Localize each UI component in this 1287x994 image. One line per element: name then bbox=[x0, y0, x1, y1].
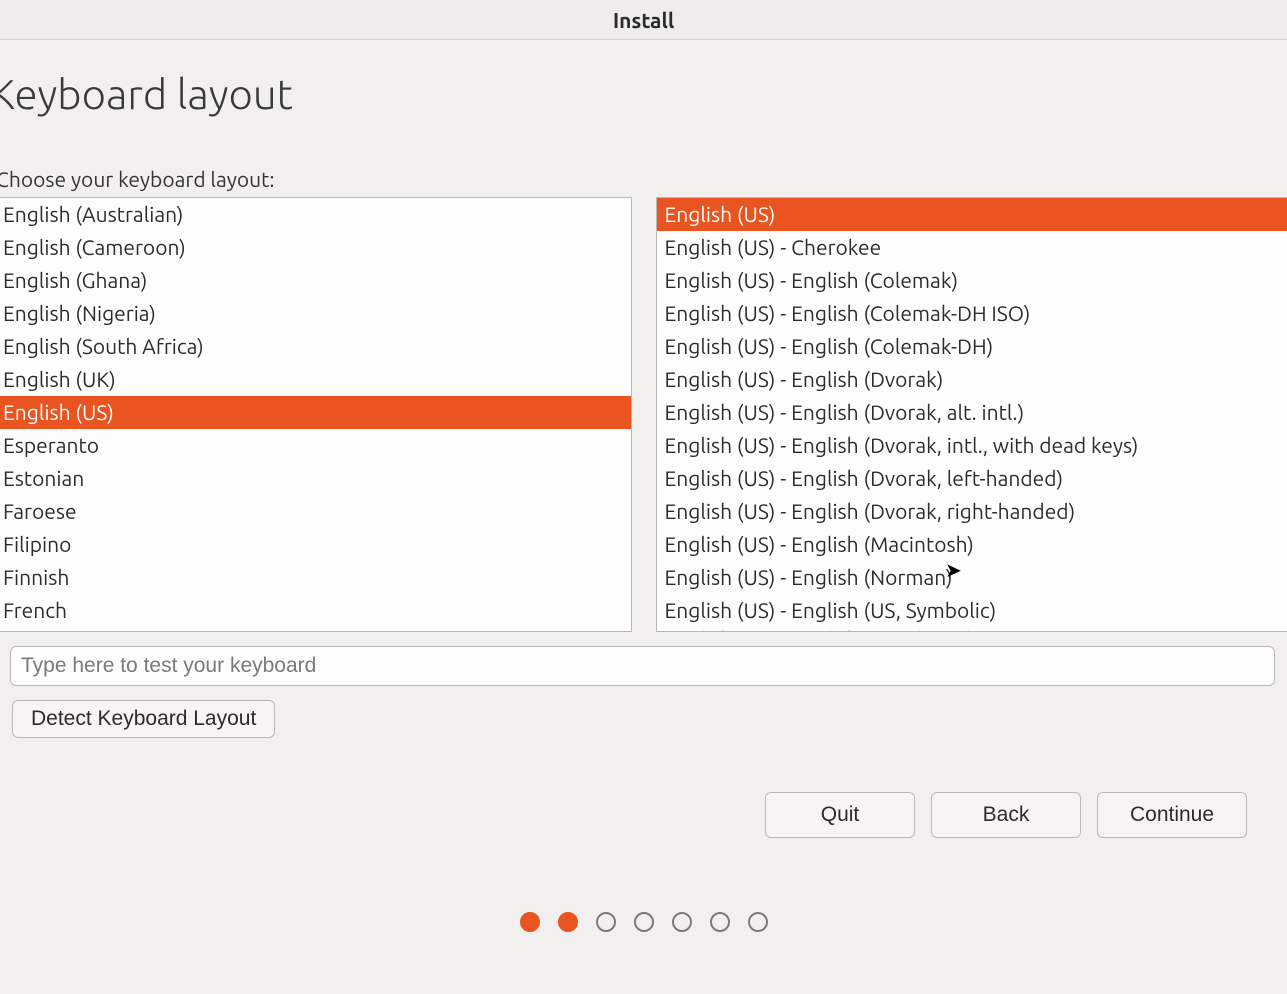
layout-lists-row: English (Australian)English (Cameroon)En… bbox=[0, 197, 1287, 632]
variant-item[interactable]: English (US) - English (US, alt. intl.) bbox=[657, 627, 1287, 632]
layout-list[interactable]: English (Australian)English (Cameroon)En… bbox=[0, 197, 632, 632]
continue-button[interactable]: Continue bbox=[1097, 792, 1247, 838]
layout-item[interactable]: Estonian bbox=[0, 462, 631, 495]
layout-item[interactable]: English (US) bbox=[0, 396, 631, 429]
layout-item[interactable]: Finnish bbox=[0, 561, 631, 594]
content-area: Keyboard layout Choose your keyboard lay… bbox=[0, 40, 1287, 738]
variant-item[interactable]: English (US) - English (Macintosh) bbox=[657, 528, 1287, 561]
window-titlebar: Install bbox=[0, 0, 1287, 40]
variant-item[interactable]: English (US) - Cherokee bbox=[657, 231, 1287, 264]
progress-dots bbox=[0, 912, 1287, 932]
layout-item[interactable]: French bbox=[0, 594, 631, 627]
variant-item[interactable]: English (US) - English (Norman) bbox=[657, 561, 1287, 594]
variant-item[interactable]: English (US) - English (US, Symbolic) bbox=[657, 594, 1287, 627]
layout-item[interactable]: English (Nigeria) bbox=[0, 297, 631, 330]
keyboard-layout-prompt: Choose your keyboard layout: bbox=[0, 167, 1287, 191]
layout-item[interactable]: Filipino bbox=[0, 528, 631, 561]
variant-item[interactable]: English (US) bbox=[657, 198, 1287, 231]
layout-item[interactable]: Esperanto bbox=[0, 429, 631, 462]
back-button[interactable]: Back bbox=[931, 792, 1081, 838]
layout-item[interactable]: English (UK) bbox=[0, 363, 631, 396]
variant-item[interactable]: English (US) - English (Dvorak, alt. int… bbox=[657, 396, 1287, 429]
variant-item[interactable]: English (US) - English (Dvorak, left-han… bbox=[657, 462, 1287, 495]
layout-item[interactable]: English (Ghana) bbox=[0, 264, 631, 297]
variant-item[interactable]: English (US) - English (Colemak-DH) bbox=[657, 330, 1287, 363]
progress-dot bbox=[710, 912, 730, 932]
nav-button-row: Quit Back Continue bbox=[765, 792, 1247, 838]
layout-item[interactable]: Faroese bbox=[0, 495, 631, 528]
progress-dot bbox=[634, 912, 654, 932]
test-keyboard-input[interactable] bbox=[10, 646, 1275, 686]
progress-dot bbox=[596, 912, 616, 932]
layout-item[interactable]: English (South Africa) bbox=[0, 330, 631, 363]
variant-list[interactable]: English (US)English (US) - CherokeeEngli… bbox=[656, 197, 1287, 632]
install-window: Install Keyboard layout Choose your keyb… bbox=[0, 0, 1287, 994]
layout-item[interactable]: English (Australian) bbox=[0, 198, 631, 231]
page-title: Keyboard layout bbox=[0, 70, 1287, 117]
variant-item[interactable]: English (US) - English (Colemak) bbox=[657, 264, 1287, 297]
quit-button[interactable]: Quit bbox=[765, 792, 915, 838]
progress-dot bbox=[748, 912, 768, 932]
window-title: Install bbox=[613, 8, 674, 32]
progress-dot bbox=[520, 912, 540, 932]
detect-keyboard-layout-button[interactable]: Detect Keyboard Layout bbox=[12, 700, 275, 738]
progress-dot bbox=[558, 912, 578, 932]
variant-item[interactable]: English (US) - English (Dvorak, right-ha… bbox=[657, 495, 1287, 528]
progress-dot bbox=[672, 912, 692, 932]
variant-item[interactable]: English (US) - English (Dvorak, intl., w… bbox=[657, 429, 1287, 462]
variant-item[interactable]: English (US) - English (Colemak-DH ISO) bbox=[657, 297, 1287, 330]
layout-item[interactable]: English (Cameroon) bbox=[0, 231, 631, 264]
variant-item[interactable]: English (US) - English (Dvorak) bbox=[657, 363, 1287, 396]
